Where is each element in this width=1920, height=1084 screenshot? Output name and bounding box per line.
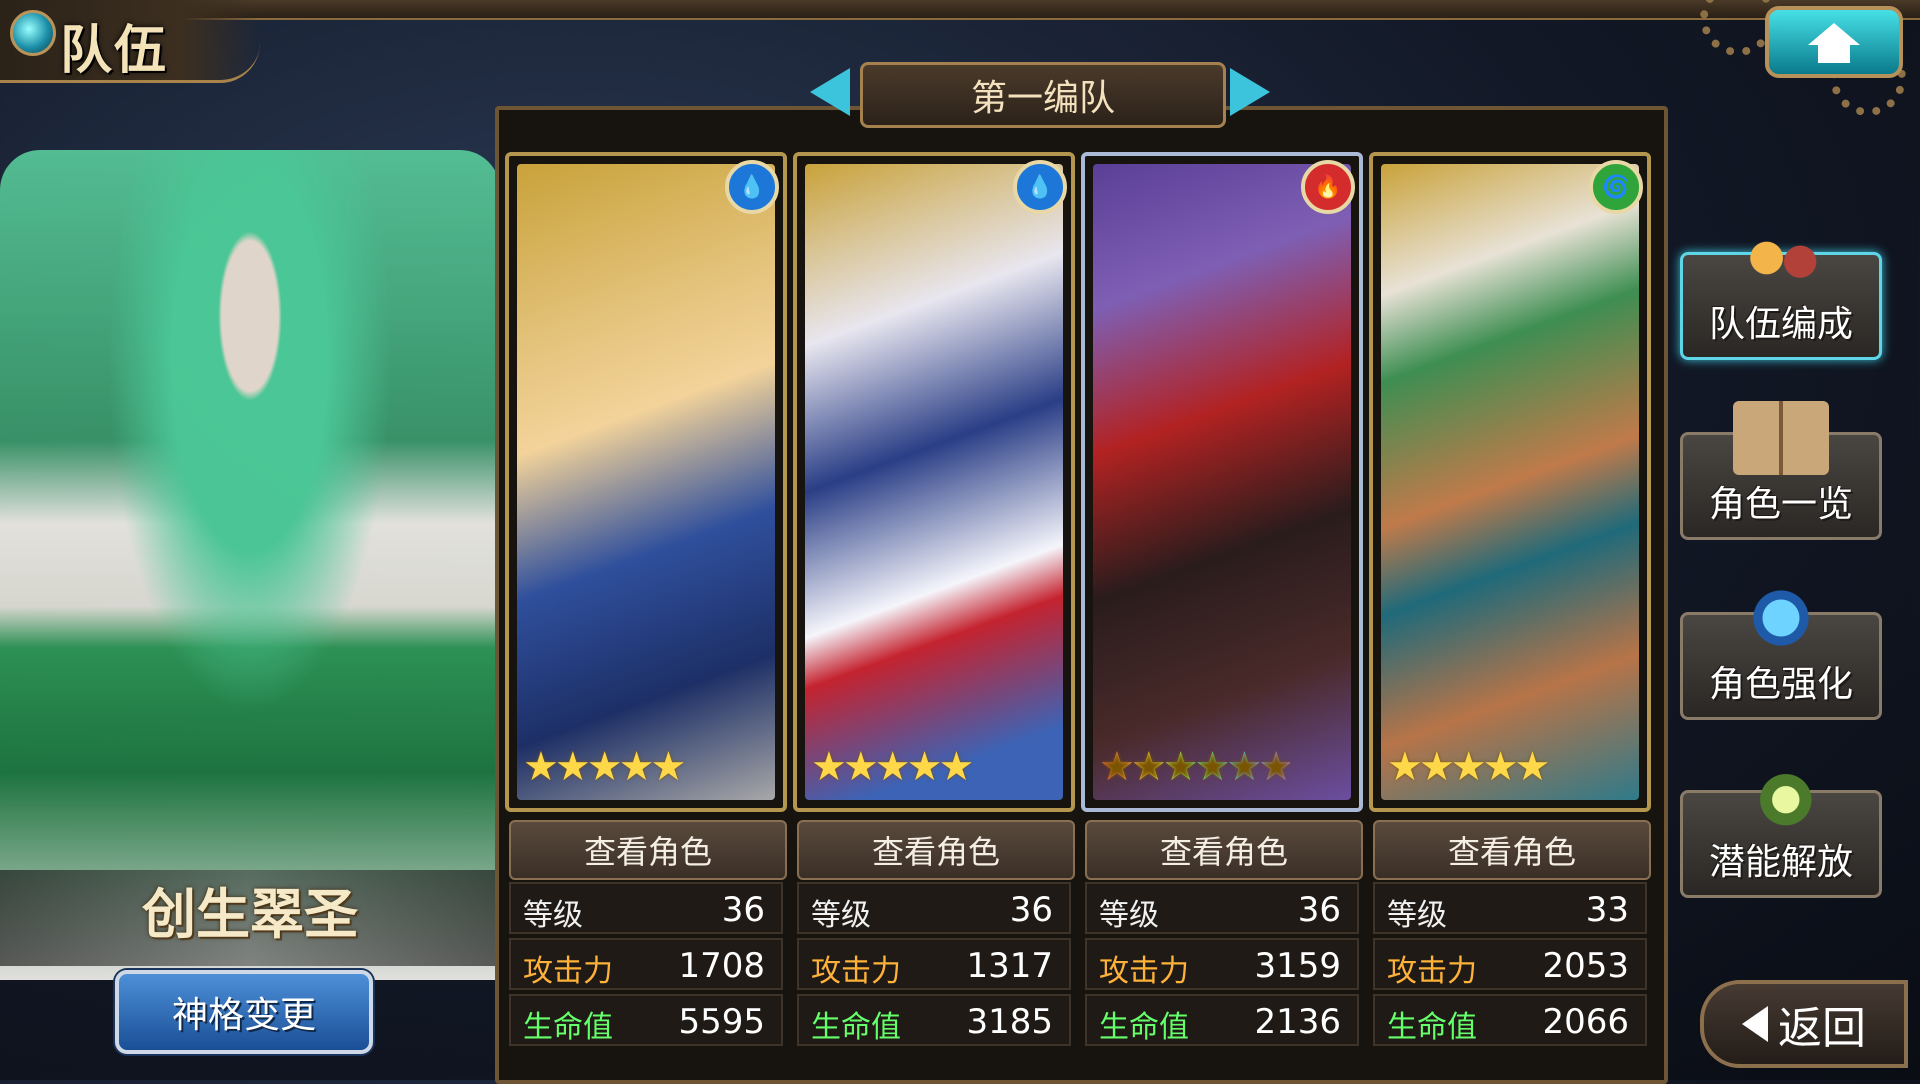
prev-team-arrow-icon[interactable] bbox=[810, 68, 850, 116]
level-value: 36 bbox=[721, 890, 765, 930]
character-card[interactable]: 🔥 ★★★★★★ 查看角色 等级 36 攻击力 3159 生命值 2136 bbox=[1081, 152, 1363, 1072]
hp-label: 生命值 bbox=[811, 1010, 901, 1045]
card-upgrade-icon bbox=[1733, 581, 1829, 655]
character-card[interactable]: 💧 ★★★★★ 查看角色 等级 36 攻击力 1708 生命值 5595 bbox=[505, 152, 787, 1072]
level-label: 等级 bbox=[1387, 898, 1447, 933]
level-label: 等级 bbox=[811, 898, 871, 933]
level-label: 等级 bbox=[1099, 898, 1159, 933]
character-portrait bbox=[1093, 164, 1351, 800]
attack-label: 攻击力 bbox=[523, 954, 613, 989]
team-formation-button[interactable]: 队伍编成 bbox=[1680, 221, 1882, 360]
character-card[interactable]: 💧 ★★★★★ 查看角色 等级 36 攻击力 1317 生命值 3185 bbox=[793, 152, 1075, 1072]
team-members-icon bbox=[1733, 221, 1829, 295]
fire-element-icon: 🔥 bbox=[1301, 160, 1355, 214]
side-menu-label: 潜能解放 bbox=[1708, 842, 1853, 883]
character-portrait bbox=[517, 164, 775, 800]
back-arrow-icon bbox=[1742, 1006, 1768, 1042]
side-menu-label: 角色一览 bbox=[1708, 484, 1853, 525]
character-list-button[interactable]: 角色一览 bbox=[1680, 401, 1882, 540]
character-upgrade-button[interactable]: 角色强化 bbox=[1680, 581, 1882, 720]
card-frame[interactable]: 💧 ★★★★★ bbox=[793, 152, 1075, 812]
hp-label: 生命值 bbox=[523, 1010, 613, 1045]
view-character-button[interactable]: 查看角色 bbox=[797, 820, 1075, 880]
water-element-icon: 💧 bbox=[1013, 160, 1067, 214]
leader-character-art[interactable] bbox=[0, 150, 500, 980]
view-character-button[interactable]: 查看角色 bbox=[1373, 820, 1651, 880]
page-title: 队伍 bbox=[60, 21, 169, 81]
divine-change-button[interactable]: 神格变更 bbox=[115, 970, 373, 1054]
back-label: 返回 bbox=[1778, 1003, 1866, 1054]
top-bar bbox=[0, 0, 1920, 20]
attack-row: 攻击力 1708 bbox=[509, 938, 783, 990]
hp-row: 生命值 5595 bbox=[509, 994, 783, 1046]
attack-value: 1708 bbox=[678, 946, 765, 986]
attack-value: 3159 bbox=[1254, 946, 1341, 986]
title-plate: 队伍 bbox=[0, 0, 260, 83]
book-icon bbox=[1733, 401, 1829, 475]
hp-label: 生命值 bbox=[1387, 1010, 1477, 1045]
rarity-stars: ★★★★★★ bbox=[1099, 744, 1294, 790]
level-label: 等级 bbox=[523, 898, 583, 933]
attack-value: 1317 bbox=[966, 946, 1053, 986]
level-value: 33 bbox=[1585, 890, 1629, 930]
card-frame[interactable]: 💧 ★★★★★ bbox=[505, 152, 787, 812]
home-button[interactable] bbox=[1765, 6, 1903, 78]
card-frame[interactable]: 🔥 ★★★★★★ bbox=[1081, 152, 1363, 812]
level-row: 等级 36 bbox=[509, 882, 783, 934]
view-character-button[interactable]: 查看角色 bbox=[509, 820, 787, 880]
hp-value: 2136 bbox=[1254, 1002, 1341, 1042]
level-value: 36 bbox=[1297, 890, 1341, 930]
level-value: 36 bbox=[1009, 890, 1053, 930]
potential-orb-icon bbox=[1733, 759, 1829, 833]
character-portrait bbox=[1381, 164, 1639, 800]
team-selector: 第一编队 bbox=[800, 62, 1280, 128]
side-menu-label: 队伍编成 bbox=[1708, 304, 1853, 345]
hp-value: 5595 bbox=[678, 1002, 765, 1042]
leader-name: 创生翠圣 bbox=[142, 883, 358, 946]
hp-row: 生命值 3185 bbox=[797, 994, 1071, 1046]
attack-label: 攻击力 bbox=[1387, 954, 1477, 989]
hp-row: 生命值 2066 bbox=[1373, 994, 1647, 1046]
attack-label: 攻击力 bbox=[1099, 954, 1189, 989]
team-name: 第一编队 bbox=[860, 62, 1226, 128]
water-element-icon: 💧 bbox=[725, 160, 779, 214]
character-portrait bbox=[805, 164, 1063, 800]
wind-element-icon: 🌀 bbox=[1589, 160, 1643, 214]
level-row: 等级 36 bbox=[797, 882, 1071, 934]
level-row: 等级 36 bbox=[1085, 882, 1359, 934]
hp-row: 生命值 2136 bbox=[1085, 994, 1359, 1046]
side-menu-label: 角色强化 bbox=[1708, 664, 1853, 705]
next-team-arrow-icon[interactable] bbox=[1230, 68, 1270, 116]
attack-row: 攻击力 3159 bbox=[1085, 938, 1359, 990]
back-button[interactable]: 返回 bbox=[1700, 980, 1908, 1068]
attack-row: 攻击力 2053 bbox=[1373, 938, 1647, 990]
character-card[interactable]: 🌀 ★★★★★ 查看角色 等级 33 攻击力 2053 生命值 2066 bbox=[1369, 152, 1651, 1072]
hp-value: 3185 bbox=[966, 1002, 1053, 1042]
level-row: 等级 33 bbox=[1373, 882, 1647, 934]
rarity-stars: ★★★★★ bbox=[523, 744, 686, 790]
view-character-button[interactable]: 查看角色 bbox=[1085, 820, 1363, 880]
attack-value: 2053 bbox=[1542, 946, 1629, 986]
leader-panel: 创生翠圣 神格变更 bbox=[0, 110, 500, 1080]
card-frame[interactable]: 🌀 ★★★★★ bbox=[1369, 152, 1651, 812]
potential-unlock-button[interactable]: 潜能解放 bbox=[1680, 759, 1882, 898]
rarity-stars: ★★★★★ bbox=[811, 744, 974, 790]
attack-row: 攻击力 1317 bbox=[797, 938, 1071, 990]
rarity-stars: ★★★★★ bbox=[1387, 744, 1550, 790]
hp-label: 生命值 bbox=[1099, 1010, 1189, 1045]
menu-orb-icon bbox=[10, 10, 56, 56]
attack-label: 攻击力 bbox=[811, 954, 901, 989]
home-icon bbox=[1808, 23, 1860, 63]
hp-value: 2066 bbox=[1542, 1002, 1629, 1042]
